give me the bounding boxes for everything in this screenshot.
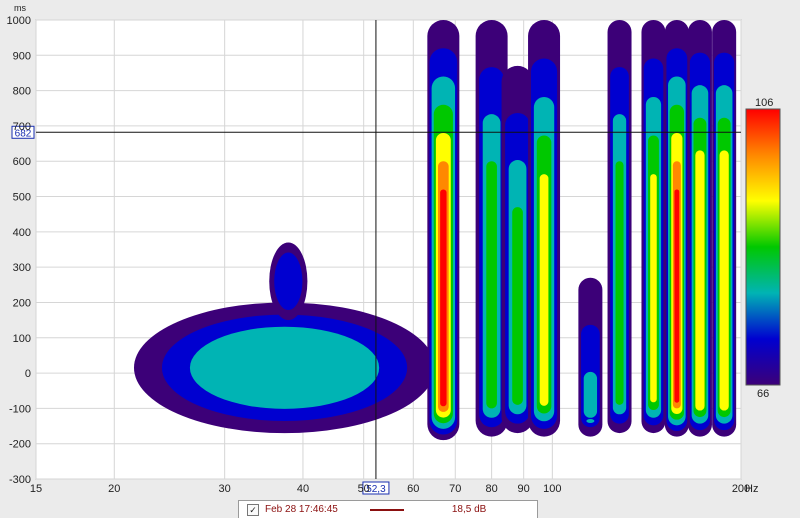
heatmap-contour: [440, 189, 447, 407]
heatmap-ridge: [641, 20, 666, 434]
y-tick-label: 1000: [7, 15, 31, 27]
y-tick-label: 500: [13, 192, 31, 204]
x-axis-ticks: 15 20 30 40 50 60 70 80 90 100 200: [30, 483, 750, 495]
y-tick-label: 0: [25, 368, 31, 380]
y-axis-unit: ms: [14, 3, 26, 13]
y-tick-label: -300: [9, 474, 31, 486]
x-tick-label: 70: [449, 483, 461, 495]
legend-smoothing-value: 18,5 dB: [451, 504, 487, 515]
heatmap-ridge: [528, 20, 561, 437]
legend-row[interactable]: ✓ Feb 28 17:46:45 18,5 dB: [238, 500, 538, 518]
heatmap-ridge: [687, 20, 712, 437]
x-tick-label: 100: [543, 483, 561, 495]
heatmap-contour: [583, 371, 598, 418]
heatmap-ridge: [427, 20, 460, 441]
heatmap-contour: [274, 252, 303, 311]
x-tick-label: 90: [518, 483, 530, 495]
legend-line-swatch: [369, 508, 404, 511]
heatmap-contour: [674, 189, 680, 403]
y-tick-label: 200: [13, 297, 31, 309]
x-tick-label: 40: [297, 483, 309, 495]
heatmap-ridge: [578, 277, 603, 437]
x-tick-label: 15: [30, 483, 42, 495]
colorbar-max-label: 106: [755, 97, 773, 109]
heatmap-contour: [486, 161, 497, 409]
x-axis-unit: Hz: [745, 483, 758, 495]
legend-checkbox[interactable]: ✓: [247, 503, 259, 516]
y-tick-label: 300: [13, 262, 31, 274]
heatmap-region: [133, 302, 436, 434]
y-tick-label: 800: [13, 86, 31, 98]
heatmap-contour: [539, 174, 549, 406]
y-tick-label: 100: [13, 333, 31, 345]
heatmap-ridge: [607, 20, 632, 434]
heatmap-ridge: [712, 20, 737, 437]
legend-measurement-label: Feb 28 17:46:45: [265, 504, 338, 515]
x-tick-label: 60: [407, 483, 419, 495]
x-tick-label: 30: [219, 483, 231, 495]
y-tick-label: 700: [13, 121, 31, 133]
waterfall-chart: 68252,3 15 20 30 40 50 60 70 80 90 100 200 -300-20…: [7, 3, 781, 495]
y-tick-label: 400: [13, 227, 31, 239]
heatmap-contour: [615, 161, 624, 405]
y-tick-label: 900: [13, 50, 31, 62]
x-tick-label: 80: [485, 483, 497, 495]
y-tick-label: -100: [9, 403, 31, 415]
y-tick-label: -200: [9, 439, 31, 451]
x-tick-label: 50: [358, 483, 370, 495]
heatmap-contour: [512, 207, 523, 405]
heatmap-contour: [586, 418, 595, 423]
heatmap-ridge: [664, 20, 689, 437]
heatmap-contour: [721, 182, 727, 405]
y-axis-ticks: -300 -200 -100 0 100 200 300 400 500 600 700 800 900…: [7, 15, 31, 486]
y-tick-label: 600: [13, 156, 31, 168]
heatmap-contour: [697, 182, 703, 405]
heatmap-bump: [269, 242, 308, 321]
colorbar-min-label: 66: [757, 388, 769, 400]
x-tick-label: 20: [108, 483, 120, 495]
colorbar: [745, 108, 781, 386]
heatmap-contour: [189, 326, 380, 409]
heatmap-contour: [650, 174, 657, 403]
